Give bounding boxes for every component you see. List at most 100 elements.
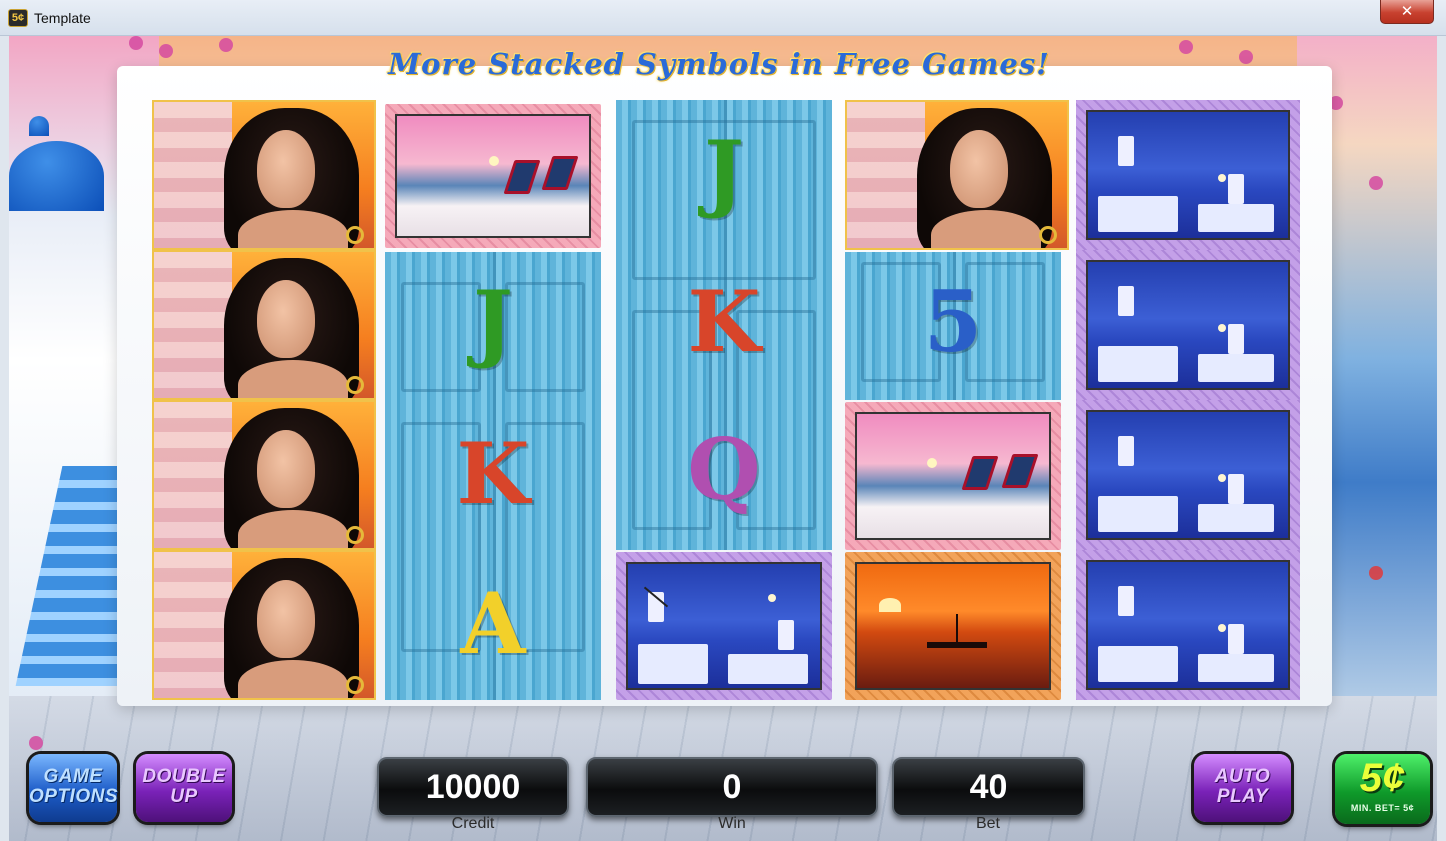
windmill bbox=[1118, 586, 1134, 616]
reel-1 bbox=[152, 100, 376, 700]
letter-a-symbol: A bbox=[460, 574, 526, 673]
min-bet-label: MIN. BET= 5¢ bbox=[1350, 803, 1415, 813]
window-title: Template bbox=[34, 10, 91, 26]
blue-door-background: 5 bbox=[845, 252, 1061, 400]
reel-4: 5 bbox=[845, 100, 1069, 700]
letter-k-symbol: K bbox=[456, 424, 530, 523]
feature-banner: More Stacked Symbols in Free Games! bbox=[388, 47, 1050, 81]
gold-scroll-ornament bbox=[346, 376, 364, 394]
white-houses bbox=[1198, 654, 1274, 682]
close-button[interactable]: ✕ bbox=[1380, 0, 1434, 24]
windmill-symbol bbox=[616, 552, 832, 700]
windmill-symbol bbox=[1076, 250, 1300, 400]
moon bbox=[1218, 474, 1226, 482]
deckchair bbox=[961, 456, 999, 490]
flower bbox=[1369, 176, 1383, 190]
windmill-symbol bbox=[1076, 550, 1300, 700]
windmill-symbol bbox=[1076, 100, 1300, 250]
flower bbox=[1179, 40, 1193, 54]
letter-q-symbol: Q bbox=[687, 420, 761, 519]
woman-face bbox=[950, 130, 1008, 208]
denomination-button[interactable]: 5¢ MIN. BET= 5¢ bbox=[1335, 754, 1430, 824]
deckchair bbox=[503, 160, 541, 194]
auto-play-label-line1: AUTO bbox=[1214, 766, 1271, 787]
gold-scroll-ornament bbox=[346, 676, 364, 694]
woman-face bbox=[257, 430, 315, 508]
windmill bbox=[1228, 624, 1244, 654]
flower bbox=[29, 736, 43, 750]
double-up-button[interactable]: DOUBLE UP bbox=[136, 754, 232, 822]
woman-symbol bbox=[152, 250, 376, 400]
flower bbox=[159, 44, 173, 58]
moon bbox=[1218, 174, 1226, 182]
white-houses bbox=[1098, 496, 1178, 532]
moon bbox=[768, 594, 776, 602]
blue-door-background: J K Q bbox=[616, 100, 832, 550]
denomination-value: 5¢ bbox=[1359, 756, 1406, 800]
bet-meter[interactable]: 40 bbox=[892, 757, 1085, 817]
white-houses bbox=[1198, 204, 1274, 232]
deckchair bbox=[1001, 454, 1039, 488]
windmill bbox=[1228, 474, 1244, 504]
blue-dome-small bbox=[29, 116, 49, 136]
windmill bbox=[1118, 436, 1134, 466]
credit-label: Credit bbox=[451, 815, 495, 832]
window-titlebar: 5¢ Template ✕ bbox=[0, 0, 1446, 36]
game-options-button[interactable]: GAME OPTIONS bbox=[29, 754, 119, 822]
app-icon: 5¢ bbox=[8, 9, 28, 27]
white-houses bbox=[1198, 504, 1274, 532]
blue-door-background: J K A bbox=[385, 252, 601, 700]
number-5-symbol: 5 bbox=[923, 272, 983, 371]
deckchair bbox=[541, 156, 579, 190]
double-up-label-line2: UP bbox=[170, 786, 198, 807]
white-houses bbox=[638, 644, 708, 684]
double-up-label-line1: DOUBLE bbox=[142, 766, 226, 787]
flower bbox=[1239, 50, 1253, 64]
woman-symbol bbox=[845, 100, 1069, 250]
flower bbox=[1369, 566, 1383, 580]
win-label: Win bbox=[718, 815, 746, 832]
deckchairs-symbol bbox=[385, 104, 601, 248]
reel-3: J K Q bbox=[616, 100, 840, 700]
gold-scroll-ornament bbox=[1039, 226, 1057, 244]
woman-symbol bbox=[152, 400, 376, 550]
windmill bbox=[1228, 324, 1244, 354]
woman-face bbox=[257, 130, 315, 208]
gold-scroll-ornament bbox=[346, 226, 364, 244]
background-tab-ghost bbox=[108, 8, 198, 28]
white-houses bbox=[1098, 346, 1178, 382]
windmill bbox=[1118, 286, 1134, 316]
reel-2: J K A bbox=[385, 100, 609, 700]
windmill bbox=[1118, 136, 1134, 166]
gold-scroll-ornament bbox=[346, 526, 364, 544]
flower bbox=[129, 36, 143, 50]
woman-face bbox=[257, 280, 315, 358]
game-options-label-line1: GAME bbox=[43, 766, 103, 787]
moon bbox=[1218, 624, 1226, 632]
windmill bbox=[778, 620, 794, 650]
moon bbox=[1218, 324, 1226, 332]
windmill bbox=[1228, 174, 1244, 204]
letter-k-symbol: K bbox=[687, 272, 761, 371]
auto-play-button[interactable]: AUTO PLAY bbox=[1194, 754, 1291, 822]
game-options-label-line2: OPTIONS bbox=[29, 786, 119, 807]
setting-sun bbox=[879, 598, 901, 612]
sunset-ship-symbol bbox=[845, 552, 1061, 700]
white-houses bbox=[1198, 354, 1274, 382]
sailing-ship bbox=[927, 614, 987, 648]
letter-j-symbol: J bbox=[704, 122, 744, 221]
windmill-symbol bbox=[1076, 400, 1300, 550]
blue-dome bbox=[9, 141, 104, 211]
woman-symbol bbox=[152, 550, 376, 700]
reel-5 bbox=[1076, 100, 1300, 700]
game-scene: More Stacked Symbols in Free Games! J K … bbox=[9, 36, 1437, 841]
win-meter: 0 bbox=[586, 757, 878, 817]
bet-label: Bet bbox=[975, 815, 1000, 832]
credit-meter: 10000 bbox=[377, 757, 569, 817]
woman-face bbox=[257, 580, 315, 658]
white-houses bbox=[1098, 196, 1178, 232]
white-houses bbox=[728, 654, 808, 684]
letter-j-symbol: J bbox=[473, 272, 513, 371]
background-tab-ghost bbox=[205, 8, 385, 28]
deckchairs-symbol bbox=[845, 402, 1061, 550]
